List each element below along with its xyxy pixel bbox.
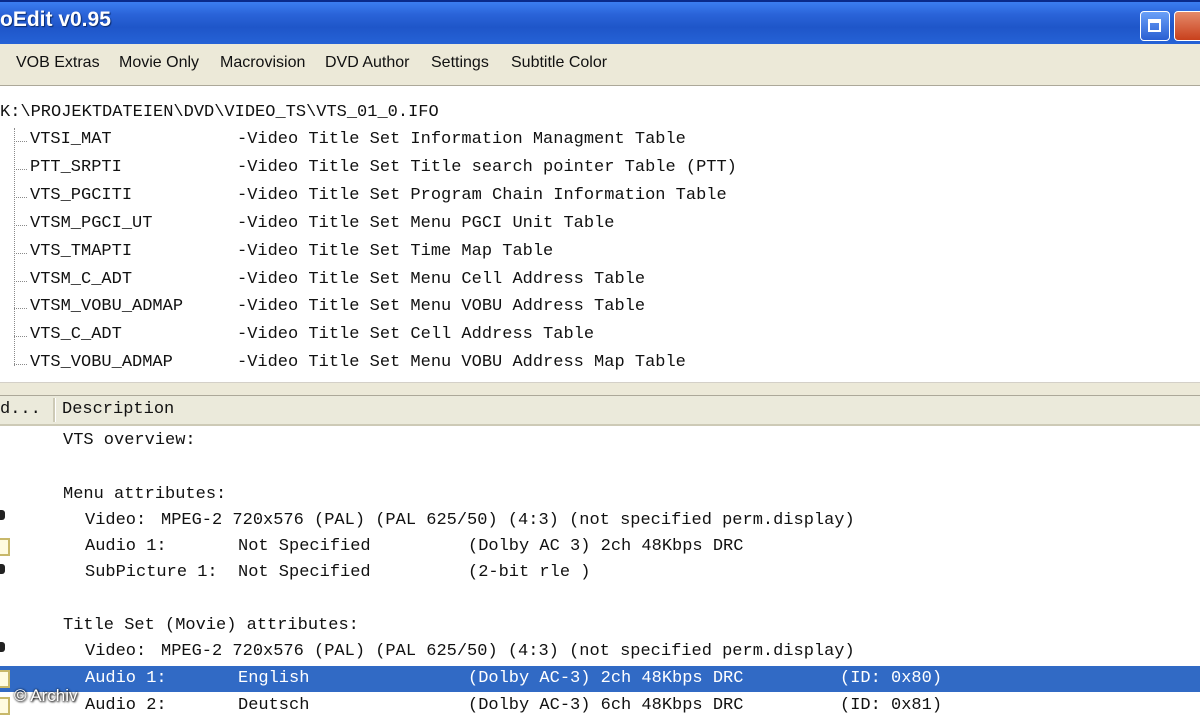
list-item[interactable]: Audio 2: Deutsch (Dolby AC-3) 6ch 48Kbps… [0, 693, 1200, 719]
attr-value: Deutsch [238, 696, 310, 715]
tree-item[interactable]: VTS_C_ADT -Video Title Set Cell Address … [0, 323, 1200, 351]
attr-format: (2-bit rle ) [468, 563, 591, 582]
tree-item-code: VTS_PGCITI [30, 186, 133, 205]
menu-dvd-author[interactable]: DVD Author [325, 54, 409, 72]
tree-item[interactable]: VTS_PGCITI -Video Title Set Program Chai… [0, 184, 1200, 212]
tree-item-desc: -Video Title Set Menu Cell Address Table [237, 270, 646, 289]
attr-label: Audio 1: [85, 537, 167, 556]
menu-settings[interactable]: Settings [431, 54, 489, 72]
menu-bar: VOB Extras Movie Only Macrovision DVD Au… [0, 44, 1200, 86]
attr-label: Audio 2: [85, 696, 167, 715]
tree-item[interactable]: VTSM_C_ADT -Video Title Set Menu Cell Ad… [0, 268, 1200, 296]
column-header-1[interactable]: d... [0, 400, 41, 419]
attr-label: SubPicture 1: [85, 563, 218, 582]
title-set-attributes-heading: Title Set (Movie) attributes: [63, 616, 359, 635]
tree-item-code: VTS_C_ADT [30, 325, 122, 344]
tree-item[interactable]: VTS_TMAPTI -Video Title Set Time Map Tab… [0, 240, 1200, 268]
attr-id: (ID: 0x80) [840, 669, 943, 688]
tree-item-desc: -Video Title Set Menu VOBU Address Table [237, 297, 646, 316]
close-button[interactable] [1174, 11, 1200, 41]
tree-item-code: VTSM_C_ADT [30, 270, 133, 289]
attr-format: (Dolby AC-3) 2ch 48Kbps DRC [468, 669, 744, 688]
attr-format: (Dolby AC 3) 2ch 48Kbps DRC [468, 537, 744, 556]
menu-movie-only[interactable]: Movie Only [119, 54, 199, 72]
audio-icon [0, 697, 10, 715]
maximize-button[interactable] [1140, 11, 1170, 41]
tree-item-code: PTT_SRPTI [30, 158, 122, 177]
attr-label: Audio 1: [85, 669, 167, 688]
list-item[interactable]: Video: MPEG-2 720x576 (PAL) (PAL 625/50)… [0, 508, 1200, 534]
tree-item-desc: -Video Title Set Menu VOBU Address Map T… [237, 353, 686, 372]
tree-item-desc: -Video Title Set Information Managment T… [237, 130, 686, 149]
attr-label: Video: [85, 642, 147, 661]
attr-id: (ID: 0x81) [840, 696, 943, 715]
attr-value: MPEG-2 720x576 (PAL) (PAL 625/50) (4:3) … [161, 642, 855, 661]
list-item[interactable]: Title Set (Movie) attributes: [0, 613, 1200, 639]
menu-attributes-heading: Menu attributes: [63, 485, 227, 504]
tree-item-code: VTS_TMAPTI [30, 242, 133, 261]
column-header: d... Description [0, 396, 1200, 426]
attr-value: MPEG-2 720x576 (PAL) (PAL 625/50) (4:3) … [161, 511, 855, 530]
menu-subtitle-color[interactable]: Subtitle Color [511, 54, 607, 72]
list-item[interactable]: VTS overview: [0, 428, 1200, 454]
title-bar: oEdit v0.95 [0, 0, 1200, 44]
tree-item-desc: -Video Title Set Title search pointer Ta… [237, 158, 737, 177]
list-item[interactable]: Video: MPEG-2 720x576 (PAL) (PAL 625/50)… [0, 639, 1200, 665]
panel-splitter[interactable] [0, 382, 1200, 396]
column-resize-handle[interactable] [53, 398, 56, 422]
tree-item-desc: -Video Title Set Cell Address Table [237, 325, 595, 344]
list-item-selected[interactable]: Audio 1: English (Dolby AC-3) 2ch 48Kbps… [0, 666, 1200, 692]
attr-value: English [238, 669, 310, 688]
tree-item[interactable]: VTS_VOBU_ADMAP -Video Title Set Menu VOB… [0, 351, 1200, 379]
tree-root-path[interactable]: K:\PROJEKTDATEIEN\DVD\VIDEO_TS\VTS_01_0.… [0, 103, 439, 122]
attr-value: Not Specified [238, 563, 371, 582]
vts-overview-heading: VTS overview: [63, 431, 196, 450]
list-item[interactable]: Audio 1: Not Specified (Dolby AC 3) 2ch … [0, 534, 1200, 560]
list-item[interactable]: SubPicture 1: Not Specified (2-bit rle ) [0, 560, 1200, 586]
watermark: © Archiv [14, 686, 78, 705]
tree-item[interactable]: PTT_SRPTI -Video Title Set Title search … [0, 156, 1200, 184]
tree-item-code: VTS_VOBU_ADMAP [30, 353, 173, 372]
tree-item-desc: -Video Title Set Menu PGCI Unit Table [237, 214, 615, 233]
ifo-tree: K:\PROJEKTDATEIEN\DVD\VIDEO_TS\VTS_01_0.… [0, 86, 1200, 394]
tree-item-desc: -Video Title Set Time Map Table [237, 242, 554, 261]
tree-item[interactable]: VTSI_MAT -Video Title Set Information Ma… [0, 128, 1200, 156]
menu-macrovision[interactable]: Macrovision [220, 54, 305, 72]
attr-label: Video: [85, 511, 147, 530]
audio-icon [0, 670, 10, 688]
window-title: oEdit v0.95 [0, 8, 111, 31]
tree-item[interactable]: VTSM_PGCI_UT -Video Title Set Menu PGCI … [0, 212, 1200, 240]
tree-item[interactable]: VTSM_VOBU_ADMAP -Video Title Set Menu VO… [0, 295, 1200, 323]
tree-item-code: VTSI_MAT [30, 130, 112, 149]
menu-vob-extras[interactable]: VOB Extras [16, 54, 100, 72]
list-item[interactable]: Menu attributes: [0, 482, 1200, 508]
attr-format: (Dolby AC-3) 6ch 48Kbps DRC [468, 696, 744, 715]
attr-value: Not Specified [238, 537, 371, 556]
description-list: VTS overview: Menu attributes: Video: MP… [0, 426, 1200, 720]
tree-item-code: VTSM_PGCI_UT [30, 214, 153, 233]
tree-item-code: VTSM_VOBU_ADMAP [30, 297, 184, 316]
tree-item-desc: -Video Title Set Program Chain Informati… [237, 186, 727, 205]
column-header-description[interactable]: Description [62, 400, 174, 419]
